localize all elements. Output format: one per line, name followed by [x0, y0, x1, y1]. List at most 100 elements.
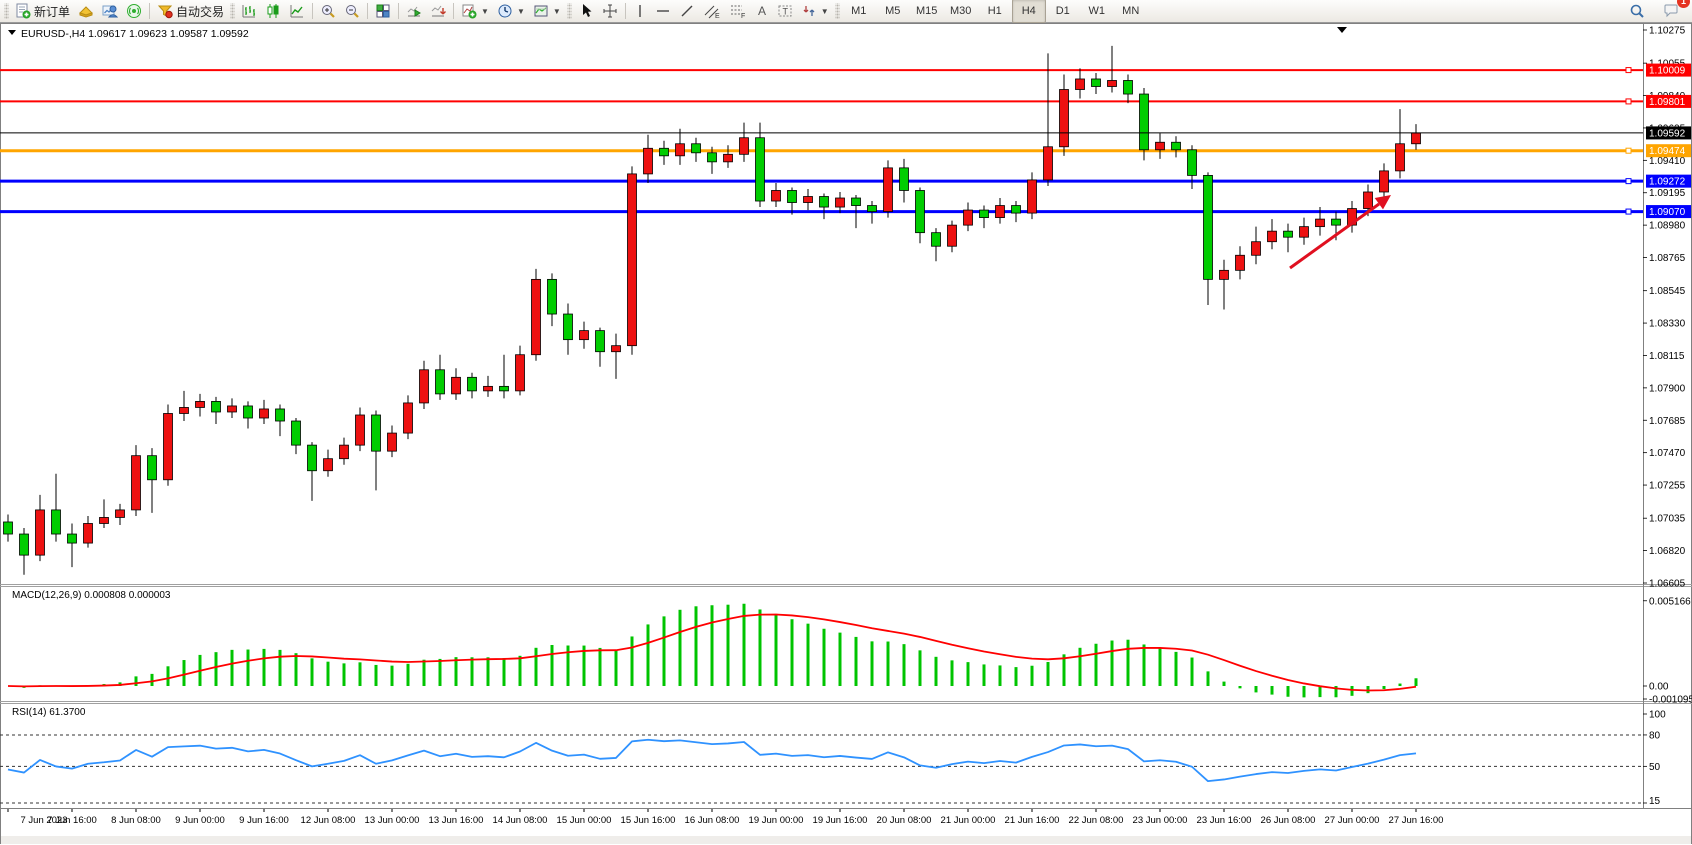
- candle: [1092, 79, 1101, 87]
- timeframe-h4-button[interactable]: H4: [1012, 0, 1046, 23]
- time-label: 8 Jun 08:00: [111, 815, 161, 826]
- text-button[interactable]: A: [751, 0, 773, 23]
- cursor-button[interactable]: [574, 0, 598, 23]
- dropdown-caret: ▼: [821, 7, 829, 16]
- line-handle: [1626, 209, 1631, 214]
- candle: [1236, 255, 1245, 270]
- toolbar-grip[interactable]: [835, 3, 840, 19]
- new-order-button[interactable]: 新订单: [11, 0, 74, 23]
- auto-scroll-button[interactable]: [402, 0, 426, 23]
- candle: [1060, 90, 1069, 147]
- horizontal-line-button[interactable]: [651, 0, 675, 23]
- zoom-in-button[interactable]: [316, 0, 340, 23]
- candle: [484, 386, 493, 391]
- timeframe-m1-button[interactable]: M1: [842, 0, 876, 23]
- macd-axis-label: 0.00: [1649, 682, 1669, 693]
- svg-text:1.09592: 1.09592: [1649, 128, 1686, 139]
- candle: [1412, 133, 1421, 144]
- candle: [468, 377, 477, 391]
- new-order-icon: [15, 3, 31, 19]
- dropdown-caret: ▼: [517, 7, 525, 16]
- arrows-icon: [801, 3, 817, 19]
- rsi-level-label: 80: [1649, 730, 1661, 741]
- candle: [452, 377, 461, 394]
- macd-axis-label: 0.005166: [1649, 596, 1691, 607]
- candle: [628, 174, 637, 346]
- fibonacci-button[interactable]: F: [725, 0, 751, 23]
- candle: [308, 445, 317, 471]
- price-tick: 1.07035: [1649, 514, 1686, 525]
- svg-text:1.09272: 1.09272: [1649, 177, 1686, 188]
- chat-button[interactable]: 1: [1659, 0, 1684, 23]
- text-label-button[interactable]: T: [773, 0, 797, 23]
- price-tick: 1.08330: [1649, 319, 1686, 330]
- time-label: 13 Jun 16:00: [429, 815, 484, 826]
- time-label: 15 Jun 16:00: [621, 815, 676, 826]
- arrows-button[interactable]: ▼: [797, 0, 833, 23]
- indicators-button[interactable]: ▼: [457, 0, 493, 23]
- candle: [676, 144, 685, 156]
- toolbar-grip[interactable]: [567, 3, 572, 19]
- algo-trading-button[interactable]: 自动交易: [153, 0, 228, 23]
- bar-chart-button[interactable]: [237, 0, 261, 23]
- toolbar-grip[interactable]: [230, 3, 235, 19]
- hat-button[interactable]: [74, 0, 98, 23]
- timeframe-d1-button[interactable]: D1: [1046, 0, 1080, 23]
- timeframe-mn-button[interactable]: MN: [1114, 0, 1148, 23]
- periods-button[interactable]: ▼: [493, 0, 529, 23]
- candle: [356, 415, 365, 445]
- timeframe-m30-button[interactable]: M30: [944, 0, 978, 23]
- chart-shift-button[interactable]: [426, 0, 450, 23]
- candle: [1140, 94, 1149, 150]
- crosshair-button[interactable]: [598, 0, 622, 23]
- indicators-icon: [461, 3, 477, 19]
- price-tick: 1.07255: [1649, 481, 1686, 492]
- candle: [916, 190, 925, 232]
- candle: [116, 510, 125, 518]
- rsi-label: RSI(14) 61.3700: [12, 707, 86, 718]
- candle: [1108, 80, 1117, 86]
- candle: [660, 148, 669, 156]
- timeframe-m5-button[interactable]: M5: [876, 0, 910, 23]
- candles-button[interactable]: [261, 0, 285, 23]
- candle: [292, 421, 301, 445]
- macd-axis-label: -0.001095: [1649, 695, 1692, 706]
- price-tick: 1.06820: [1649, 546, 1686, 557]
- equidistant-channel-button[interactable]: E: [699, 0, 725, 23]
- timeframe-m15-button[interactable]: M15: [910, 0, 944, 23]
- candle: [852, 198, 861, 206]
- line-handle: [1626, 179, 1631, 184]
- candle: [516, 355, 525, 391]
- search-button[interactable]: [1625, 0, 1649, 23]
- candle: [1188, 150, 1197, 176]
- candle: [1396, 144, 1405, 171]
- price-tick: 1.08115: [1649, 351, 1685, 362]
- timeframe-h1-button[interactable]: H1: [978, 0, 1012, 23]
- text-label-icon: T: [777, 3, 793, 19]
- analyst-button[interactable]: [98, 0, 122, 23]
- zoom-out-button[interactable]: [340, 0, 364, 23]
- candle: [404, 403, 413, 433]
- vertical-line-button[interactable]: [629, 0, 651, 23]
- trendline-button[interactable]: [675, 0, 699, 23]
- signals-button[interactable]: [122, 0, 146, 23]
- candle: [84, 523, 93, 543]
- price-tick: 1.09195: [1649, 188, 1686, 199]
- templates-button[interactable]: ▼: [529, 0, 565, 23]
- candle: [196, 401, 205, 407]
- candle: [1204, 175, 1213, 279]
- tile-windows-icon: [375, 3, 391, 19]
- candle: [1156, 142, 1165, 150]
- chart-window: 1.102751.100551.098401.096251.094101.091…: [0, 23, 1692, 845]
- candle: [932, 233, 941, 247]
- chart-legend: EURUSD-,H4 1.09617 1.09623 1.09587 1.095…: [21, 28, 249, 40]
- chart-canvas[interactable]: 1.102751.100551.098401.096251.094101.091…: [0, 23, 1692, 845]
- line-chart-button[interactable]: [285, 0, 309, 23]
- timeframe-w1-button[interactable]: W1: [1080, 0, 1114, 23]
- vertical-line-icon: [633, 3, 647, 19]
- tile-windows-button[interactable]: [371, 0, 395, 23]
- toolbar-grip[interactable]: [4, 3, 9, 19]
- time-label: 16 Jun 08:00: [685, 815, 740, 826]
- cursor-icon: [578, 3, 594, 19]
- chat-badge: 1: [1677, 0, 1690, 8]
